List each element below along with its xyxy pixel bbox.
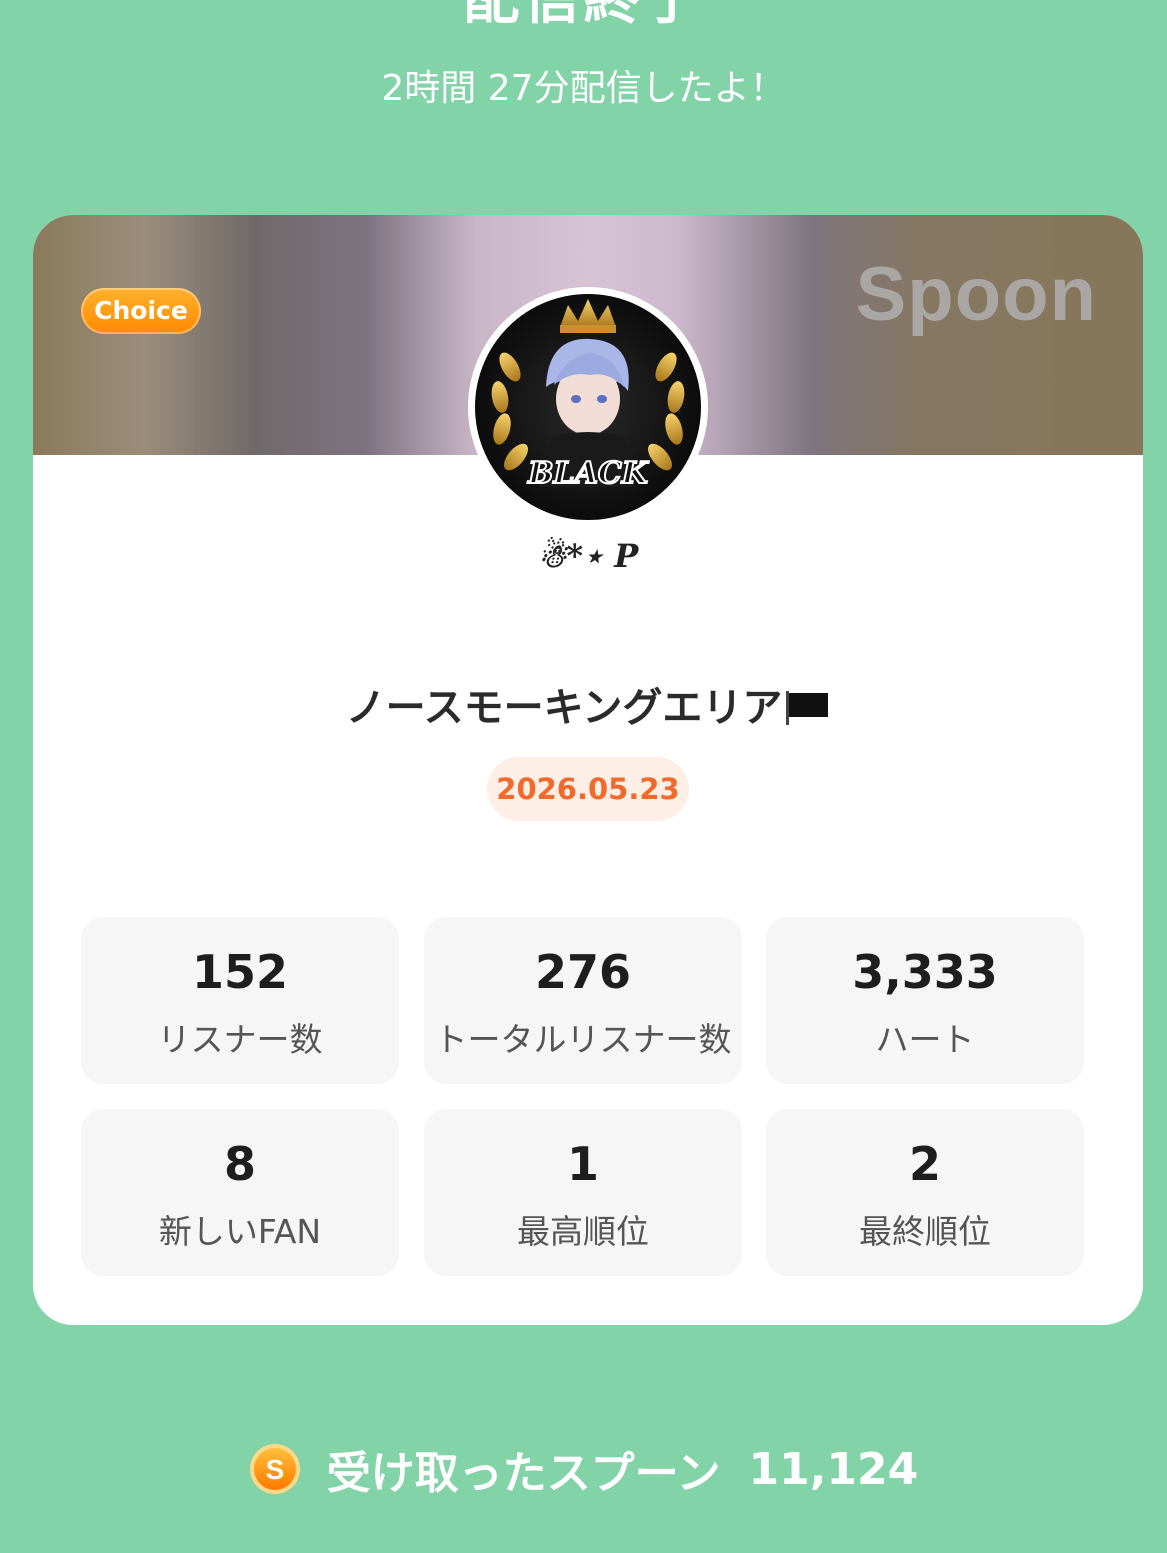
- stat-label: 最高順位: [517, 1212, 649, 1251]
- stat-value: 2: [908, 1137, 941, 1191]
- received-spoons-count: 11,124: [748, 1443, 919, 1495]
- broadcast-title: ノースモーキングエリア: [33, 675, 1143, 733]
- received-spoons-label: 受け取ったスプーン: [326, 1448, 721, 1499]
- spoon-logo: Spoon: [855, 252, 1097, 337]
- broadcast-date: 2026.05.23: [487, 757, 689, 821]
- avatar-image: BLACK: [469, 288, 707, 526]
- stat-new-fans: 8 新しいFAN: [81, 1109, 399, 1276]
- broadcast-title-text: ノースモーキングエリア: [345, 685, 783, 731]
- page-title: 配信終了: [0, 0, 1167, 32]
- broadcast-summary-card: Choice Spoon BLACK ☃*⋆ P ノースモーキングエリア 202…: [33, 215, 1143, 1325]
- stat-final-rank: 2 最終順位: [766, 1109, 1084, 1276]
- stat-label: 最終順位: [859, 1212, 991, 1251]
- stat-value: 8: [223, 1137, 256, 1191]
- black-flag-icon: [784, 689, 830, 725]
- stat-hearts: 3,333 ハート: [766, 917, 1084, 1084]
- avatar[interactable]: BLACK: [468, 287, 708, 527]
- svg-text:BLACK: BLACK: [527, 456, 650, 491]
- stat-label: ハート: [875, 1020, 975, 1059]
- stat-label: リスナー数: [157, 1020, 323, 1059]
- stat-value: 276: [534, 945, 632, 999]
- spoon-coin-icon: S: [249, 1444, 300, 1494]
- username: ☃*⋆ P: [537, 537, 639, 575]
- broadcast-duration: 2時間 27分配信したよ！: [381, 68, 786, 109]
- stat-value: 3,333: [852, 945, 998, 999]
- stat-listeners: 152 リスナー数: [81, 917, 399, 1084]
- stat-highest-rank: 1 最高順位: [424, 1109, 742, 1276]
- stat-label: 新しいFAN: [158, 1212, 322, 1251]
- stat-label: トータルリスナー数: [434, 1020, 732, 1059]
- choice-badge: Choice: [81, 288, 201, 334]
- stat-total-listeners: 276 トータルリスナー数: [424, 917, 742, 1084]
- stat-value: 152: [191, 945, 289, 999]
- stat-value: 1: [566, 1137, 599, 1191]
- received-spoons: S 受け取ったスプーン 11,124: [0, 1434, 1167, 1504]
- svg-text:S: S: [265, 1454, 284, 1485]
